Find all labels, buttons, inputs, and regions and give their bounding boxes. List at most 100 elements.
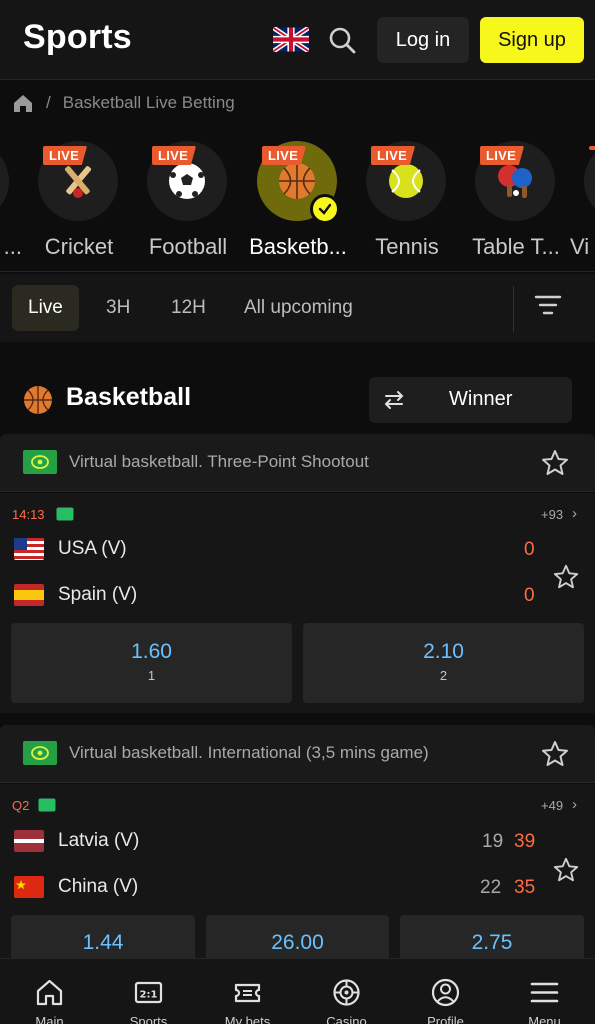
latvia-flag-icon: [14, 830, 44, 852]
live-badge: [589, 146, 595, 150]
virtual-sport-flag-icon: [23, 450, 57, 474]
svg-text:2:1: 2:1: [140, 990, 158, 1001]
filter-12h[interactable]: 12H: [155, 285, 222, 331]
filter-icon[interactable]: [533, 290, 563, 320]
favorite-star-icon[interactable]: [540, 739, 570, 769]
nav-main[interactable]: Main: [0, 959, 99, 1024]
match-period: Q2: [12, 798, 30, 813]
league-name: Virtual basketball. International (3,5 m…: [69, 743, 429, 762]
filter-all-upcoming[interactable]: All upcoming: [228, 285, 369, 331]
sport-item-football[interactable]: LIVE Football: [128, 130, 248, 271]
section-title: Basketball: [66, 383, 192, 411]
more-markets-link[interactable]: +49: [541, 798, 563, 813]
odds-value: 2.75: [471, 931, 513, 954]
sport-item-partial-right[interactable]: Vi: [565, 130, 595, 271]
sport-label-cricket: Cricket: [44, 234, 114, 259]
sport-label: Vi: [570, 234, 590, 259]
market-selector[interactable]: Winner: [369, 377, 572, 423]
team-name: USA (V): [58, 538, 127, 559]
uk-flag-icon[interactable]: [273, 27, 309, 52]
usa-flag-icon: [14, 538, 44, 560]
nav-label: Menu: [528, 1014, 561, 1024]
ticket-icon: [234, 983, 261, 1003]
signup-button[interactable]: Sign up: [480, 17, 584, 63]
league-header[interactable]: Virtual basketball. Three-Point Shootout: [0, 434, 595, 492]
sport-label-table-tennis: Table T...: [472, 234, 560, 259]
sport-item-tennis[interactable]: LIVE Tennis: [347, 130, 467, 271]
virtual-sport-flag-icon: [23, 741, 57, 765]
sport-label-football: Football: [148, 234, 228, 259]
divider: [513, 286, 514, 332]
match-card[interactable]: Q2 1:1 +49 › Latvia (V) 19 39 China (V) …: [0, 784, 595, 995]
match-card[interactable]: 14:13 1:1 +93 › USA (V) 0 Spain (V) 0 1.…: [0, 493, 595, 713]
more-markets-link[interactable]: +93: [541, 507, 563, 522]
swap-arrows-icon: [384, 391, 404, 409]
sport-item-table-tennis[interactable]: LIVE Table T...: [456, 130, 576, 271]
time-filter-bar: Live 3H 12H All upcoming: [0, 274, 595, 342]
team-row: China (V): [14, 873, 138, 901]
team-score: 0: [524, 539, 535, 560]
sports-carousel[interactable]: ... LIVE Cricket LIVE Football LIVE Bask…: [0, 130, 595, 272]
favorite-star-icon[interactable]: [552, 563, 580, 591]
chevron-right-icon: ›: [572, 505, 577, 522]
bottom-navigation: Main 2:1 Sports My bets Casino Profile M…: [0, 958, 595, 1024]
home-icon: [36, 979, 63, 1006]
period-score: 22: [480, 877, 502, 898]
team-name: Latvia (V): [58, 830, 140, 851]
scoreboard-icon: 2:1: [134, 981, 163, 1004]
favorite-star-icon[interactable]: [552, 856, 580, 884]
team-row: Latvia (V): [14, 827, 139, 855]
filter-live[interactable]: Live: [12, 285, 79, 331]
roulette-icon: [333, 979, 360, 1006]
nav-label: My bets: [224, 1014, 271, 1024]
scoreboard-icon: 1:1: [56, 507, 74, 521]
home-icon[interactable]: [12, 92, 34, 114]
filter-3h[interactable]: 3H: [90, 285, 146, 331]
breadcrumb-separator: /: [46, 93, 51, 112]
team-name: Spain (V): [58, 584, 138, 605]
search-icon[interactable]: [328, 26, 356, 54]
sport-label-tennis: Tennis: [375, 234, 439, 259]
odds-value: 26.00: [271, 931, 324, 954]
odds-value: 1.44: [82, 931, 124, 954]
china-flag-icon: [14, 876, 44, 898]
favorite-star-icon[interactable]: [540, 448, 570, 478]
chevron-right-icon: ›: [572, 796, 577, 813]
nav-sports[interactable]: 2:1 Sports: [99, 959, 198, 1024]
nav-label: Profile: [427, 1014, 464, 1024]
odds-value: 2.10: [423, 640, 464, 663]
svg-text:1:1: 1:1: [39, 802, 55, 812]
profile-icon: [431, 978, 460, 1007]
page-title: Sports: [23, 18, 132, 56]
nav-label: Sports: [129, 1014, 168, 1024]
sport-item-basketball[interactable]: LIVE Basketb...: [238, 130, 358, 271]
odds-outcome: 1: [147, 668, 156, 683]
team-row: USA (V): [14, 535, 127, 563]
odds-outcome: 2: [439, 668, 448, 683]
sport-item-cricket[interactable]: LIVE Cricket: [19, 130, 139, 271]
nav-label: Main: [35, 1014, 64, 1024]
login-button[interactable]: Log in: [377, 17, 469, 63]
league-name: Virtual basketball. Three-Point Shootout: [69, 452, 369, 471]
nav-profile[interactable]: Profile: [396, 959, 495, 1024]
odds-button-1[interactable]: 1.60 1: [11, 623, 292, 703]
market-label: Winner: [449, 388, 513, 410]
league-header[interactable]: Virtual basketball. International (3,5 m…: [0, 725, 595, 783]
breadcrumb-current: Basketball Live Betting: [62, 93, 235, 112]
team-score: 35: [514, 877, 536, 898]
top-header: Sports Log in Sign up: [0, 0, 595, 80]
team-score: 0: [524, 585, 535, 606]
team-row: Spain (V): [14, 581, 137, 609]
breadcrumb: / Basketball Live Betting: [12, 90, 235, 116]
period-score: 19: [482, 831, 504, 852]
checkmark-icon: [310, 194, 340, 224]
nav-label: Casino: [326, 1014, 367, 1024]
nav-my-bets[interactable]: My bets: [198, 959, 297, 1024]
scoreboard-icon: 1:1: [38, 798, 56, 812]
spain-flag-icon: [14, 584, 44, 606]
nav-casino[interactable]: Casino: [297, 959, 396, 1024]
live-badge: LIVE: [43, 146, 88, 165]
sport-label-basketball: Basketb...: [249, 234, 347, 259]
odds-button-2[interactable]: 2.10 2: [303, 623, 584, 703]
nav-menu[interactable]: Menu: [495, 959, 594, 1024]
